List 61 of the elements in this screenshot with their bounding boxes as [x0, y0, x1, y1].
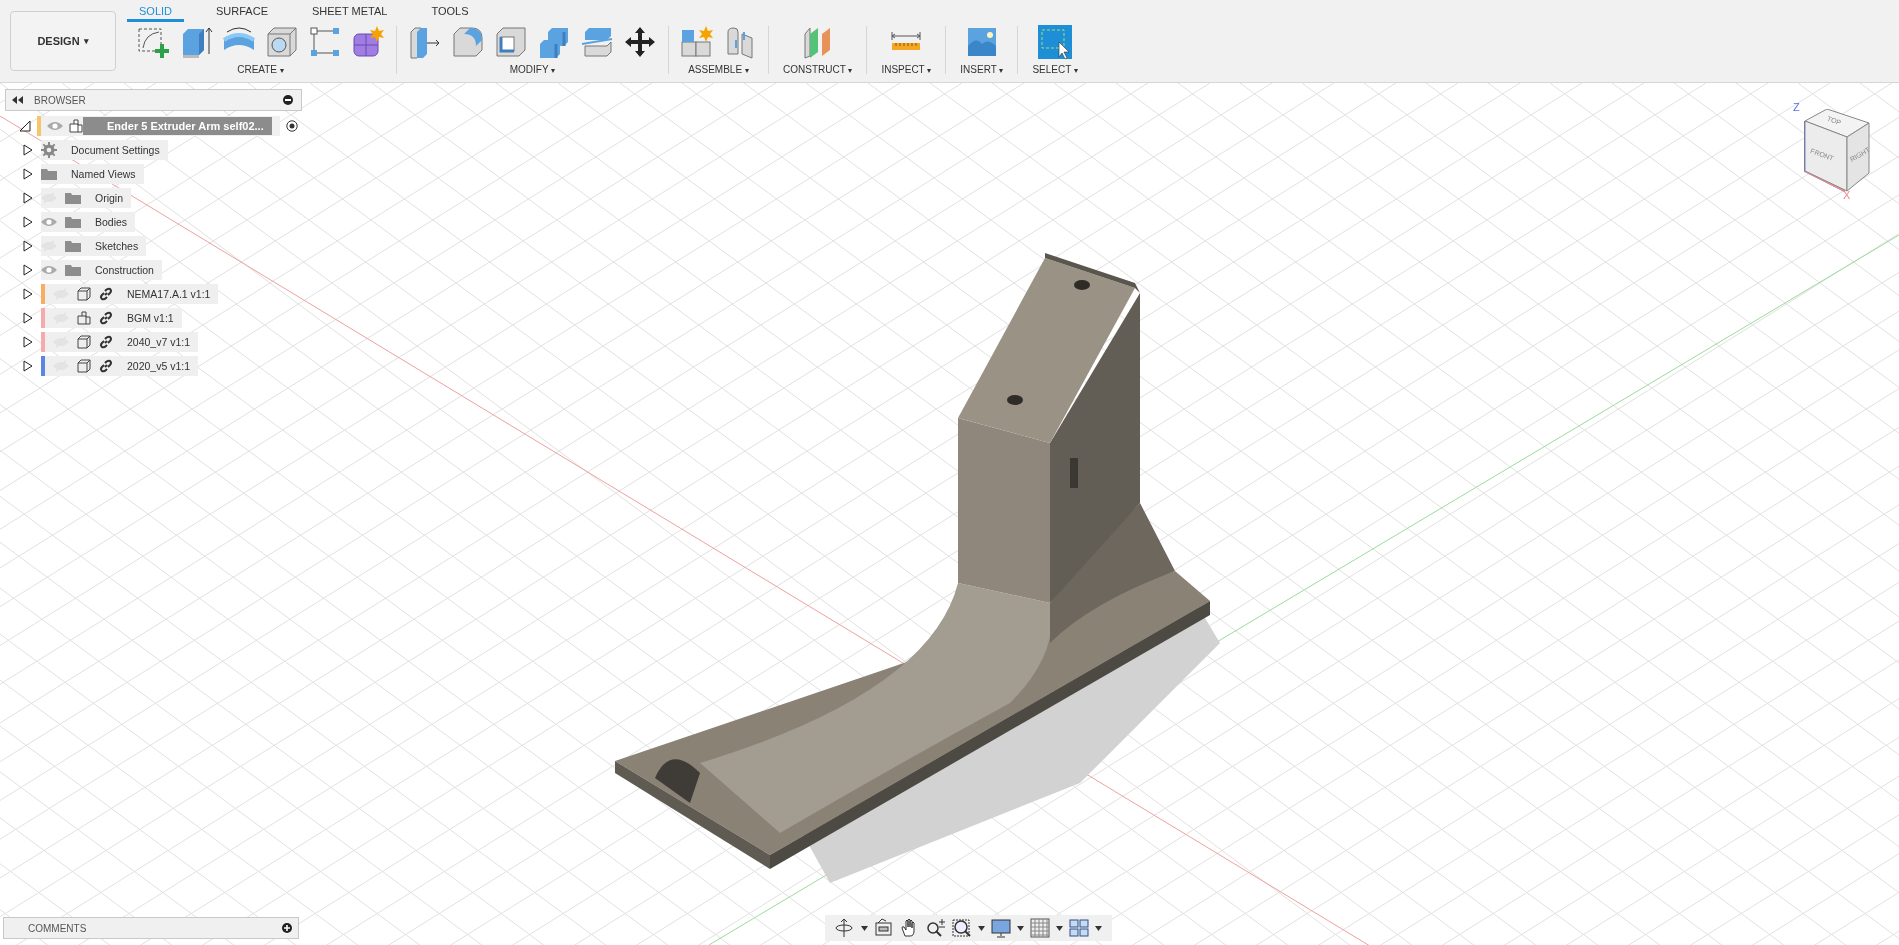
caret-icon[interactable] [861, 925, 868, 931]
group-menu[interactable]: ASSEMBLE ▾ [684, 62, 753, 77]
folder-icon [65, 240, 81, 252]
zoom-window-icon[interactable] [952, 918, 972, 938]
zoom-icon[interactable] [926, 918, 946, 938]
selection-cursor-icon[interactable] [1037, 24, 1074, 60]
monitor-icon[interactable] [991, 918, 1011, 938]
link-icon[interactable] [99, 335, 113, 349]
folder-icon [41, 168, 57, 180]
collapsed-triangle-icon[interactable] [23, 288, 33, 300]
ribbon-tab[interactable]: SHEET METAL [300, 0, 400, 22]
minus-circle-icon[interactable] [283, 95, 293, 105]
radio-icon[interactable] [285, 120, 298, 132]
collapsed-triangle-icon[interactable] [23, 168, 33, 180]
caret-icon[interactable] [978, 925, 985, 931]
workspace-button[interactable]: DESIGN ▾ [10, 11, 116, 71]
cube-icon [77, 359, 91, 373]
collapsed-triangle-icon[interactable] [23, 240, 33, 252]
folder-icon [65, 192, 81, 204]
expanded-triangle-icon[interactable] [19, 120, 31, 132]
link-icon[interactable] [99, 287, 113, 301]
screen-frame-icon[interactable] [874, 918, 894, 938]
cube-icon [77, 335, 91, 349]
cube-hole-icon[interactable] [264, 24, 300, 60]
blocks-icon [77, 311, 91, 325]
collapse-arrows-icon[interactable] [12, 96, 24, 104]
hollow-box-icon[interactable] [493, 24, 529, 60]
collapsed-triangle-icon[interactable] [23, 192, 33, 204]
blocks-icon [69, 119, 83, 133]
group-menu[interactable]: SELECT ▾ [1028, 62, 1082, 77]
link-icon[interactable] [99, 311, 113, 325]
grid-icon[interactable] [1030, 918, 1050, 938]
group-menu[interactable]: INSPECT ▾ [877, 62, 936, 77]
axis-label: X [1843, 189, 1851, 201]
cube-star-icon[interactable] [350, 24, 386, 60]
orbit-icon[interactable] [835, 918, 855, 938]
viewports-icon[interactable] [1069, 918, 1089, 938]
ribbon-tab[interactable]: SURFACE [204, 0, 280, 22]
cubes-star-icon[interactable] [679, 24, 715, 60]
collapsed-triangle-icon[interactable] [23, 360, 33, 372]
cube-icon [77, 287, 91, 301]
axis-label: Z [1793, 101, 1800, 113]
collapsed-triangle-icon[interactable] [23, 264, 33, 276]
collapsed-triangle-icon[interactable] [23, 312, 33, 324]
group-menu[interactable]: CREATE ▾ [233, 62, 288, 77]
caret-icon[interactable] [1056, 925, 1063, 931]
collapsed-triangle-icon[interactable] [23, 336, 33, 348]
collapsed-triangle-icon[interactable] [23, 216, 33, 228]
group-menu[interactable]: CONSTRUCT ▾ [779, 62, 857, 77]
folder-icon [65, 216, 81, 228]
comments-title: COMMENTS [28, 922, 88, 934]
group-menu[interactable]: INSERT ▾ [956, 62, 1008, 77]
ribbon-tab[interactable]: TOOLS [419, 0, 481, 22]
folder-icon [65, 264, 81, 276]
caret-icon[interactable] [1017, 925, 1024, 931]
browser-title: BROWSER [34, 94, 87, 106]
group-menu[interactable]: MODIFY ▾ [505, 62, 560, 77]
caret-icon[interactable] [1095, 925, 1102, 931]
link-icon[interactable] [99, 359, 113, 373]
collapsed-triangle-icon[interactable] [23, 144, 33, 156]
add-circle-icon[interactable] [282, 923, 292, 933]
